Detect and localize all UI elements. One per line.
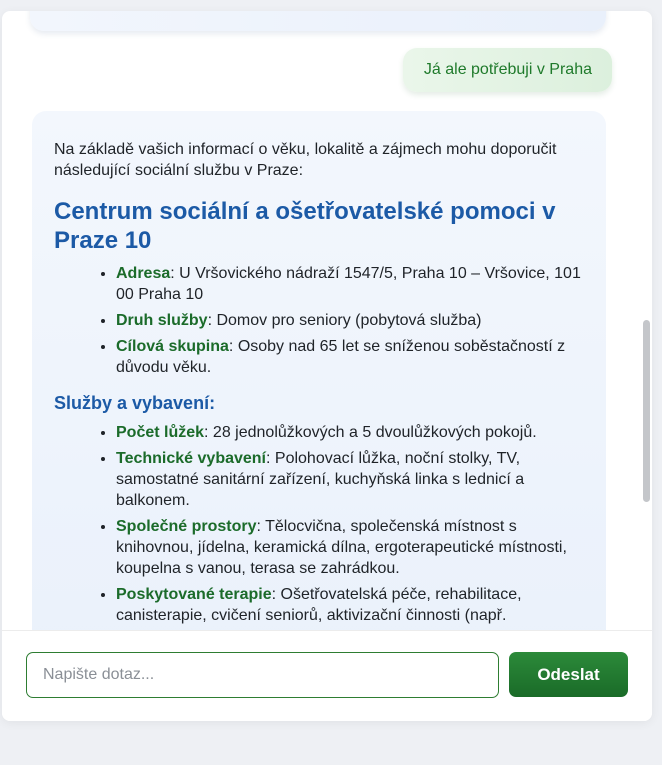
- services-heading: Služby a vybavení:: [54, 393, 216, 413]
- facility-title: Centrum sociální a ošetřovatelské pomoci…: [54, 198, 556, 254]
- previous-bot-message: [30, 11, 606, 31]
- chat-window: Já ale potřebuji v Praha Na základě vaši…: [2, 11, 652, 721]
- list-item: Společné prostory: Tělocvična, společens…: [116, 516, 584, 579]
- message-input[interactable]: [26, 652, 499, 698]
- list-item: Druh služby: Domov pro seniory (pobytová…: [116, 310, 584, 331]
- services-list: Počet lůžek: 28 jednolůžkových a 5 dvoul…: [54, 422, 584, 626]
- send-button[interactable]: Odeslat: [509, 652, 628, 697]
- list-item: Technické vybavení: Polohovací lůžka, no…: [116, 448, 584, 511]
- user-message: Já ale potřebuji v Praha: [402, 48, 612, 92]
- facility-details-list: Adresa: U Vršovického nádraží 1547/5, Pr…: [54, 263, 584, 378]
- bot-message: Na základě vašich informací o věku, loka…: [32, 111, 606, 630]
- message-composer: Odeslat: [2, 630, 652, 721]
- message-list[interactable]: Já ale potřebuji v Praha Na základě vaši…: [2, 11, 652, 630]
- bot-intro-text: Na základě vašich informací o věku, loka…: [54, 141, 557, 179]
- list-item: Poskytované terapie: Ošetřovatelská péče…: [116, 584, 584, 626]
- scrollbar-thumb[interactable]: [643, 320, 650, 502]
- list-item: Počet lůžek: 28 jednolůžkových a 5 dvoul…: [116, 422, 584, 443]
- list-item: Adresa: U Vršovického nádraží 1547/5, Pr…: [116, 263, 584, 305]
- list-item: Cílová skupina: Osoby nad 65 let se sníž…: [116, 336, 584, 378]
